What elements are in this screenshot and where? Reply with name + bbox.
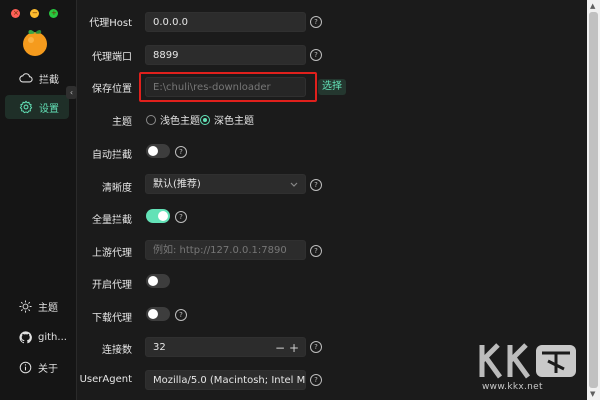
radio-label: 深色主题 <box>214 116 254 127</box>
toggle-knob <box>148 146 158 156</box>
watermark-url: www.kkx.net <box>482 382 543 392</box>
sidebar-item-about[interactable]: 关于 <box>19 360 58 375</box>
info-icon <box>19 361 32 374</box>
help-icon[interactable]: ? <box>175 146 187 158</box>
highlight-box <box>139 72 317 102</box>
maximize-icon: + <box>51 9 57 17</box>
scrollbar-thumb[interactable] <box>589 12 598 388</box>
decrement-button[interactable]: − <box>275 338 285 356</box>
theme-radio-light[interactable]: 浅色主题 <box>146 112 200 127</box>
scroll-up-icon[interactable]: ▲ <box>590 2 595 10</box>
download-proxy-toggle[interactable] <box>146 307 170 321</box>
gear-icon <box>19 100 33 114</box>
help-icon[interactable]: ? <box>310 16 322 28</box>
help-icon[interactable]: ? <box>175 309 187 321</box>
help-icon[interactable]: ? <box>175 211 187 223</box>
choose-folder-button[interactable]: 选择 <box>318 79 346 95</box>
proxy-port-input[interactable]: 8899 <box>145 45 306 65</box>
connections-input[interactable]: 32 − + <box>145 337 306 357</box>
github-icon <box>19 331 32 344</box>
user-agent-input[interactable]: Mozilla/5.0 (Macintosh; Intel Mac C <box>145 370 306 390</box>
sidebar-item-label: 主题 <box>38 303 58 314</box>
scroll-down-icon[interactable]: ▼ <box>590 390 595 398</box>
auto-intercept-toggle[interactable] <box>146 144 170 158</box>
upstream-proxy-label: 上游代理 <box>92 248 132 259</box>
radio-label: 浅色主题 <box>160 116 200 127</box>
proxy-host-input[interactable]: 0.0.0.0 <box>145 12 306 32</box>
proxy-host-label: 代理Host <box>89 18 132 29</box>
minimize-window-button[interactable]: − <box>30 9 39 18</box>
enable-proxy-label: 开启代理 <box>92 280 132 291</box>
sun-icon <box>19 300 32 313</box>
sidebar-item-label: 拦截 <box>39 74 59 86</box>
upstream-proxy-input[interactable]: 例如: http://127.0.0.1:7890 <box>145 240 306 260</box>
full-intercept-toggle[interactable] <box>146 209 170 223</box>
auto-intercept-label: 自动拦截 <box>92 150 132 161</box>
toggle-knob <box>158 211 168 221</box>
watermark-logo <box>479 343 576 379</box>
orange-logo-icon <box>23 30 47 56</box>
window-controls: × − + <box>11 9 58 18</box>
proxy-port-label: 代理端口 <box>92 52 132 63</box>
enable-proxy-toggle[interactable] <box>146 274 170 288</box>
theme-label: 主题 <box>112 117 132 128</box>
sidebar-item-label: 设置 <box>39 103 59 115</box>
radio-light[interactable] <box>146 114 156 125</box>
toggle-knob <box>148 276 158 286</box>
quality-value: 默认(推荐) <box>153 179 201 190</box>
quality-label: 清晰度 <box>102 183 132 194</box>
toggle-knob <box>148 309 158 319</box>
save-location-label: 保存位置 <box>92 84 132 95</box>
help-icon[interactable]: ? <box>310 179 322 191</box>
help-icon[interactable]: ? <box>310 341 322 353</box>
vertical-scrollbar[interactable]: ▲ ▼ <box>587 0 600 400</box>
close-window-button[interactable]: × <box>11 9 20 18</box>
radio-dark[interactable] <box>200 114 210 125</box>
connections-value: 32 <box>153 342 166 353</box>
close-icon: × <box>13 9 19 17</box>
chevron-down-icon <box>290 182 298 187</box>
maximize-window-button[interactable]: + <box>49 9 58 18</box>
full-intercept-label: 全量拦截 <box>92 215 132 226</box>
help-icon[interactable]: ? <box>310 374 322 386</box>
quality-select[interactable]: 默认(推荐) <box>145 174 306 194</box>
help-icon[interactable]: ? <box>310 245 322 257</box>
user-agent-label: UserAgent <box>79 374 132 385</box>
connections-label: 连接数 <box>102 345 132 356</box>
help-icon[interactable]: ? <box>310 49 322 61</box>
cloud-icon <box>19 73 33 83</box>
sidebar-item-label: 关于 <box>38 364 58 375</box>
increment-button[interactable]: + <box>289 338 299 356</box>
theme-radio-dark[interactable]: 深色主题 <box>200 112 254 127</box>
download-proxy-label: 下载代理 <box>92 313 132 324</box>
sidebar-item-theme[interactable]: 主题 <box>19 299 58 314</box>
minimize-icon: − <box>32 9 38 17</box>
